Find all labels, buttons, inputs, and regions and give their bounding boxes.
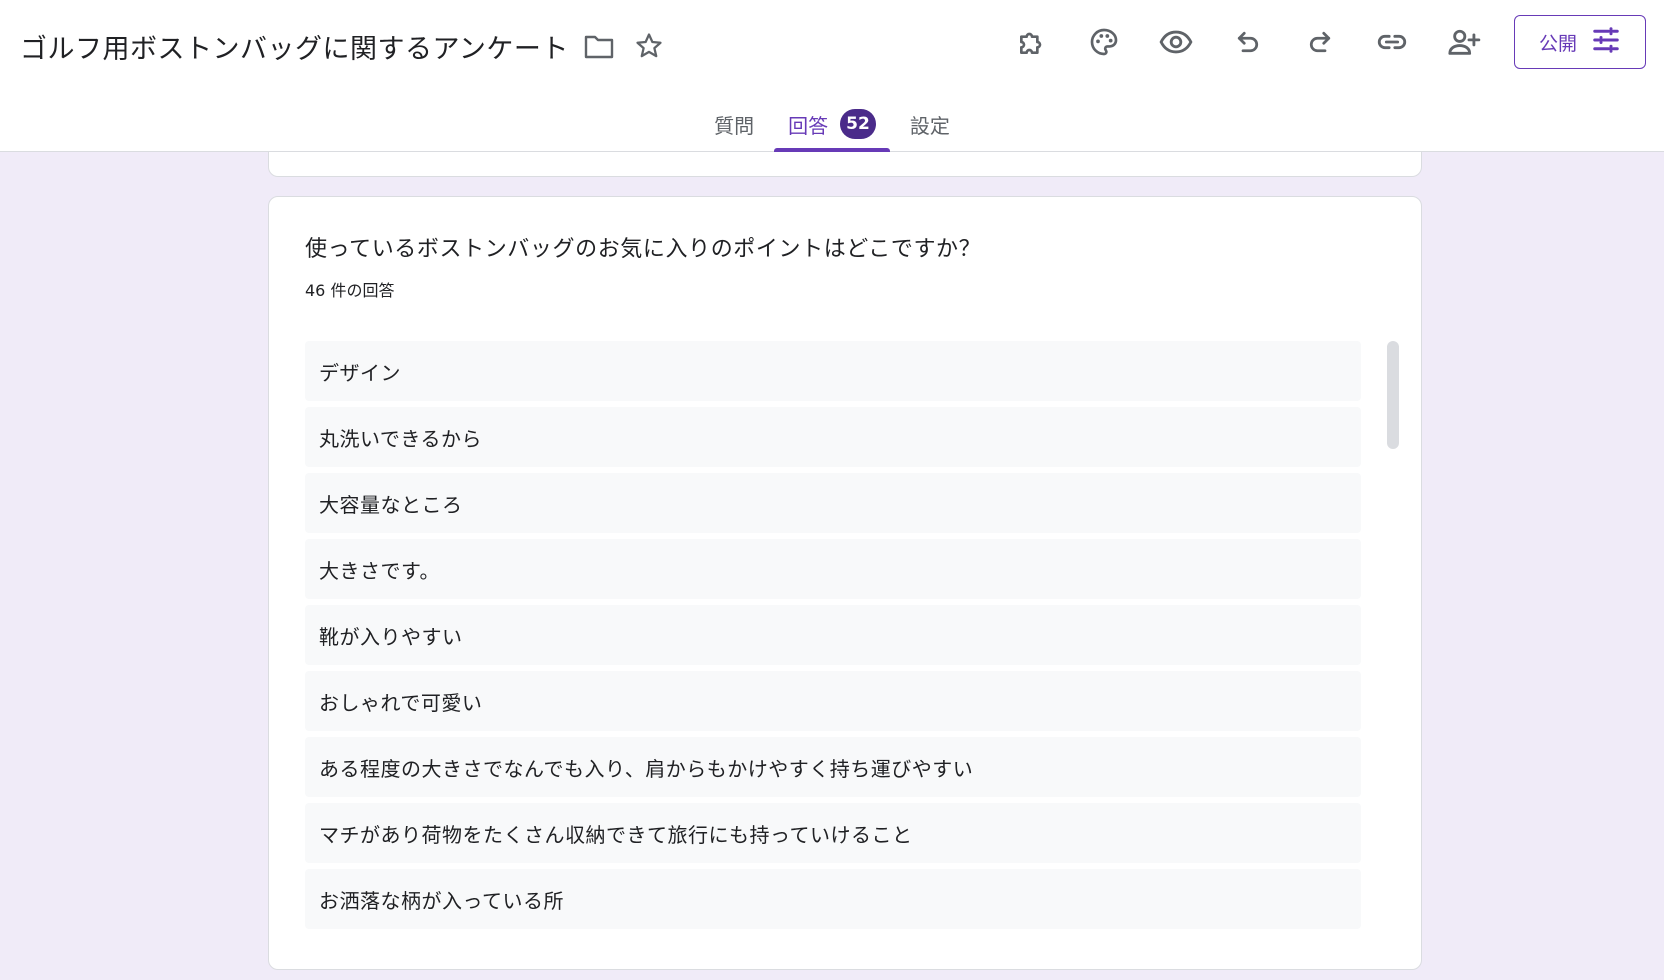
tab-responses[interactable]: 回答 52 [774, 96, 890, 152]
link-icon[interactable] [1364, 14, 1420, 70]
list-item: デザイン [305, 341, 1361, 401]
star-icon[interactable] [629, 26, 669, 66]
list-item: 丸洗いできるから [305, 407, 1361, 467]
tab-bar: 質問 回答 52 設定 [0, 96, 1664, 152]
tab-label: 回答 [788, 113, 829, 138]
preview-eye-icon[interactable] [1148, 14, 1204, 70]
folder-icon[interactable] [579, 26, 619, 66]
scrollbar-thumb[interactable] [1387, 341, 1399, 449]
tab-questions[interactable]: 質問 [700, 96, 768, 152]
list-item: ある程度の大きさでなんでも入り、肩からもかけやすく持ち運びやすい [305, 737, 1361, 797]
tab-label: 設定 [909, 113, 950, 138]
list-item: マチがあり荷物をたくさん収納できて旅行にも持っていけること [305, 803, 1361, 863]
list-item: 靴が入りやすい [305, 605, 1361, 665]
toolbar: 公開 [988, 14, 1646, 70]
app-header: ゴルフ用ボストンバッグに関するアンケート 公開 質問 回答 52 設定 [0, 0, 1664, 152]
response-list[interactable]: デザイン 丸洗いできるから 大容量なところ 大きさです。 靴が入りやすい おしゃ… [305, 341, 1361, 931]
form-title[interactable]: ゴルフ用ボストンバッグに関するアンケート [20, 27, 569, 66]
previous-question-card [268, 152, 1422, 177]
tab-settings[interactable]: 設定 [896, 96, 964, 152]
title-row: ゴルフ用ボストンバッグに関するアンケート [20, 22, 669, 70]
redo-icon[interactable] [1292, 14, 1348, 70]
addon-puzzle-icon[interactable] [1004, 14, 1060, 70]
tab-label: 質問 [714, 113, 755, 138]
list-item: お洒落な柄が入っている所 [305, 869, 1361, 929]
tune-sliders-icon [1591, 25, 1621, 59]
add-collaborator-icon[interactable] [1436, 14, 1492, 70]
list-item: おしゃれで可愛い [305, 671, 1361, 731]
question-title: 使っているボストンバッグのお気に入りのポイントはどこですか？ [305, 237, 982, 262]
list-item: 大きさです。 [305, 539, 1361, 599]
undo-icon[interactable] [1220, 14, 1276, 70]
publish-label: 公開 [1538, 32, 1577, 55]
response-count-badge: 52 [840, 109, 876, 139]
question-response-card: 使っているボストンバッグのお気に入りのポイントはどこですか？ 46 件の回答 デ… [268, 196, 1422, 970]
palette-icon[interactable] [1076, 14, 1132, 70]
publish-button[interactable]: 公開 [1514, 15, 1646, 69]
list-item: 大容量なところ [305, 473, 1361, 533]
response-count: 46 件の回答 [305, 281, 395, 300]
